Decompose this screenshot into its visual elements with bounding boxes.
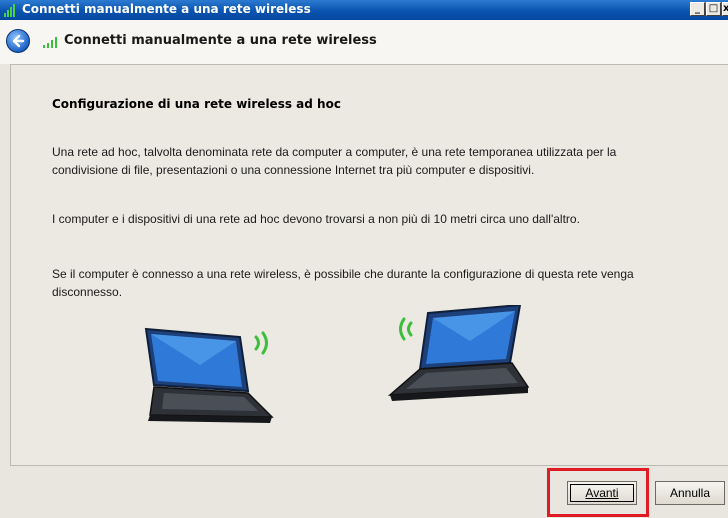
close-icon: x bbox=[723, 3, 728, 14]
maximize-button[interactable]: □ bbox=[706, 2, 721, 16]
description-paragraph: Una rete ad hoc, talvolta denominata ret… bbox=[52, 145, 617, 177]
wireless-signal-icon bbox=[3, 2, 19, 18]
window-title: Connetti manualmente a una rete wireless bbox=[22, 2, 311, 16]
cancel-button[interactable]: Annulla bbox=[655, 481, 725, 505]
close-button[interactable]: x bbox=[722, 2, 728, 16]
two-laptops-wireless-illustration bbox=[144, 305, 530, 423]
wireless-waves-right-icon bbox=[254, 331, 268, 355]
navigation-bar: Connetti manualmente a una rete wireless bbox=[0, 20, 728, 64]
window-titlebar[interactable]: Connetti manualmente a una rete wireless… bbox=[0, 0, 728, 20]
wireless-waves-left-icon bbox=[399, 317, 413, 341]
back-arrow-icon bbox=[12, 34, 25, 48]
next-button-highlight bbox=[547, 468, 649, 517]
page-title: Connetti manualmente a una rete wireless bbox=[64, 33, 377, 48]
laptop-right-icon bbox=[387, 305, 530, 401]
section-heading: Configurazione di una rete wireless ad h… bbox=[52, 97, 341, 111]
back-button[interactable] bbox=[6, 29, 30, 53]
laptop-left-icon bbox=[144, 327, 274, 423]
disconnect-warning-paragraph: Se il computer è connesso a una rete wir… bbox=[52, 267, 634, 299]
minimize-button[interactable]: _ bbox=[690, 2, 705, 16]
cancel-button-label: Annulla bbox=[669, 486, 711, 500]
distance-paragraph: I computer e i dispositivi di una rete a… bbox=[52, 212, 580, 226]
wireless-signal-icon bbox=[42, 34, 60, 53]
